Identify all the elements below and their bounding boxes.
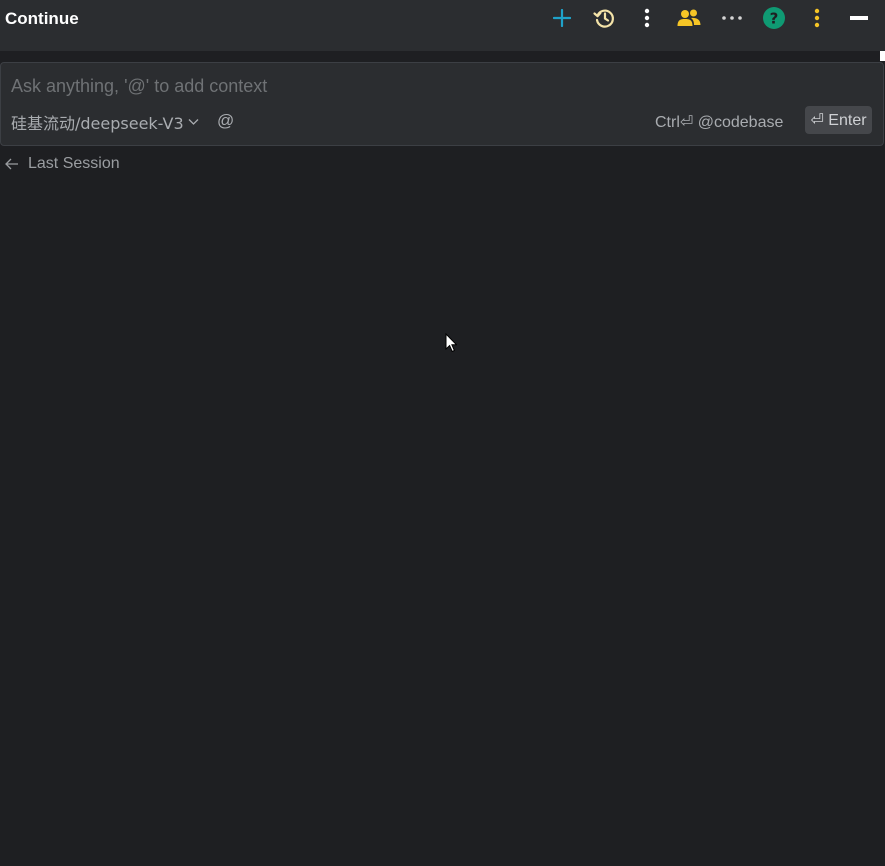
- more-vertical-yellow-icon[interactable]: [805, 6, 829, 30]
- title-bar: Continue ?: [0, 0, 885, 51]
- chevron-down-icon: [188, 119, 199, 125]
- more-vertical-icon[interactable]: [635, 6, 659, 30]
- new-session-plus-icon[interactable]: [550, 6, 574, 30]
- svg-text:?: ?: [770, 10, 779, 28]
- add-context-button[interactable]: @: [217, 111, 234, 131]
- chat-input[interactable]: [11, 73, 871, 99]
- last-session-link[interactable]: Last Session: [5, 154, 120, 174]
- mouse-pointer-icon: [445, 332, 458, 358]
- app-title: Continue: [5, 9, 79, 28]
- people-icon[interactable]: [677, 6, 701, 30]
- minimize-icon[interactable]: [847, 6, 871, 30]
- enter-label: ⏎ Enter: [810, 112, 867, 129]
- chat-input-box: 硅基流动/deepseek-V3 @ Ctrl⏎ @codebase ⏎ Ent…: [0, 62, 884, 146]
- help-icon[interactable]: ?: [762, 6, 786, 30]
- arrow-left-icon: [5, 158, 18, 170]
- model-name: 硅基流动/deepseek-V3: [11, 114, 184, 133]
- codebase-shortcut-hint[interactable]: Ctrl⏎ @codebase: [655, 112, 783, 132]
- history-icon[interactable]: [592, 6, 616, 30]
- enter-button[interactable]: ⏎ Enter: [805, 106, 872, 134]
- model-selector[interactable]: 硅基流动/deepseek-V3: [11, 112, 199, 133]
- last-session-label: Last Session: [28, 155, 120, 172]
- more-horizontal-icon[interactable]: [720, 6, 744, 30]
- divider: [0, 51, 885, 62]
- scrollbar-thumb[interactable]: [880, 51, 885, 61]
